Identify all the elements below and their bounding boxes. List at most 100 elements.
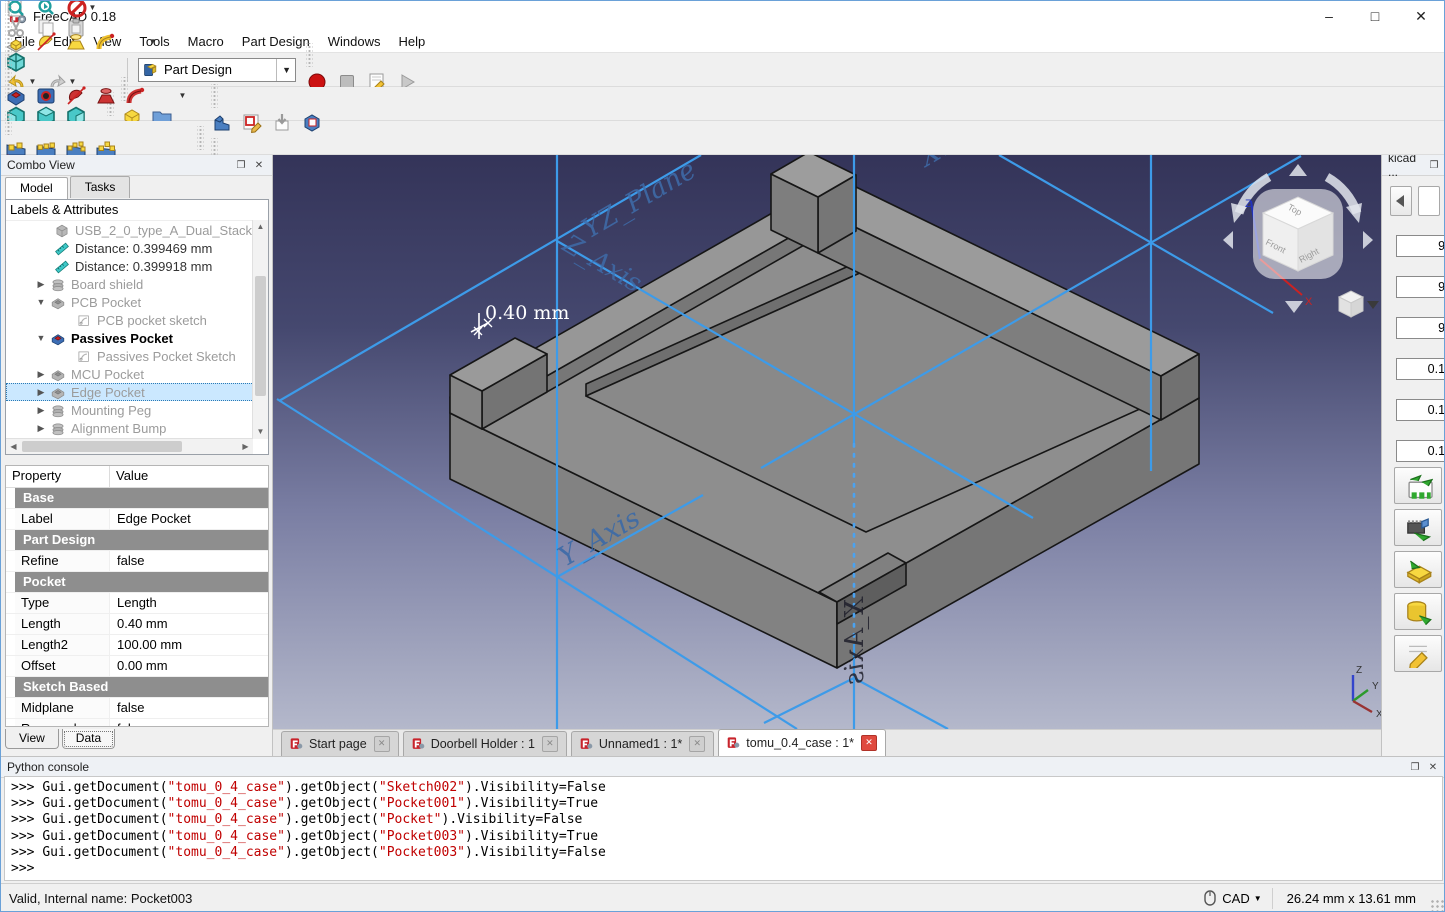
toolbar-grip[interactable] xyxy=(197,126,204,150)
tree-item-pcb-pocket[interactable]: ▼PCB Pocket xyxy=(6,293,268,311)
property-value[interactable]: Length xyxy=(110,593,268,613)
tree-horizontal-scrollbar[interactable]: ◀ ▶ xyxy=(6,438,253,454)
close-tab-icon[interactable]: ✕ xyxy=(542,736,558,752)
toolbar-grip[interactable] xyxy=(5,3,12,27)
tab-view[interactable]: View xyxy=(5,729,59,749)
property-value[interactable]: Edge Pocket xyxy=(110,509,268,529)
property-value[interactable]: 0.00 mm xyxy=(110,656,268,676)
tree-item-mcu-pocket[interactable]: ▶MCU Pocket xyxy=(6,365,268,383)
chevron-right-icon[interactable]: ▶ xyxy=(32,279,50,290)
kicad-field-4[interactable] xyxy=(1396,399,1445,421)
chevron-right-icon[interactable]: ▶ xyxy=(32,405,50,416)
dropdown-caret-icon[interactable]: ▼ xyxy=(179,91,187,100)
tree-item-passives-pocket-sketch[interactable]: Passives Pocket Sketch xyxy=(6,347,268,365)
float-panel-icon[interactable]: ❐ xyxy=(234,158,248,172)
toolbar-grip[interactable] xyxy=(306,43,313,67)
scrollbar-thumb[interactable] xyxy=(255,276,266,396)
tab-model[interactable]: Model xyxy=(5,177,68,199)
property-row-type[interactable]: TypeLength xyxy=(6,593,268,614)
tree-item-edge-pocket[interactable]: ▶Edge Pocket xyxy=(6,383,268,401)
pocket-button[interactable] xyxy=(1,81,31,111)
cube-mini-cube-icon[interactable] xyxy=(1339,291,1363,317)
tree-item-board-shield[interactable]: ▶Board shield xyxy=(6,275,268,293)
scroll-right-icon[interactable]: ▶ xyxy=(238,439,253,454)
property-value[interactable]: false xyxy=(110,698,268,718)
chevron-down-icon[interactable]: ▼ xyxy=(32,333,50,343)
scroll-down-icon[interactable]: ▼ xyxy=(253,425,268,439)
property-value[interactable]: 100.00 mm xyxy=(110,635,268,655)
workbench-dropdown-icon[interactable]: ▼ xyxy=(276,59,291,81)
body-button[interactable] xyxy=(207,108,237,138)
edit-notes-button[interactable] xyxy=(1394,635,1442,672)
property-value[interactable]: false xyxy=(110,551,268,571)
document-tab-tomu-0-4-case-1-[interactable]: tomu_0.4_case : 1*✕ xyxy=(718,729,886,756)
chevron-right-icon[interactable]: ▶ xyxy=(32,387,50,398)
property-value[interactable]: false xyxy=(110,719,268,727)
db-export-button[interactable] xyxy=(1394,593,1442,630)
tree-item-pcb-pocket-sketch[interactable]: PCB pocket sketch xyxy=(6,311,268,329)
kicad-back-button[interactable] xyxy=(1390,186,1412,216)
tree-item-alignment-bump[interactable]: ▶Alignment Bump xyxy=(6,419,268,437)
float-panel-icon[interactable]: ❐ xyxy=(1408,760,1422,774)
property-row-offset[interactable]: Offset0.00 mm xyxy=(6,656,268,677)
toolbar-grip[interactable] xyxy=(5,111,12,135)
kicad-blank-button[interactable] xyxy=(1418,186,1440,216)
navigation-style-selector[interactable]: CAD ▼ xyxy=(1194,888,1272,908)
property-row-refine[interactable]: Refinefalse xyxy=(6,551,268,572)
tree-item-distance-0-399918-mm[interactable]: Distance: 0.399918 mm xyxy=(6,257,268,275)
property-value[interactable]: 0.40 mm xyxy=(110,614,268,634)
tree-item-distance-0-399469-mm[interactable]: Distance: 0.399469 mm xyxy=(6,239,268,257)
kicad-field-0[interactable] xyxy=(1396,235,1445,257)
dropdown-caret-icon[interactable]: ▼ xyxy=(149,37,157,46)
chevron-right-icon[interactable]: ▶ xyxy=(32,423,50,434)
property-row-length[interactable]: Length0.40 mm xyxy=(6,614,268,635)
document-tab-doorbell-holder-1[interactable]: Doorbell Holder : 1✕ xyxy=(403,731,567,756)
tree-vertical-scrollbar[interactable]: ▲ ▼ xyxy=(252,220,268,439)
map-sketch-button[interactable] xyxy=(267,108,297,138)
scroll-left-icon[interactable]: ◀ xyxy=(6,439,21,454)
add-pipe-button[interactable] xyxy=(91,27,121,57)
add-loft-button[interactable] xyxy=(61,27,91,57)
property-row-label[interactable]: LabelEdge Pocket xyxy=(6,509,268,530)
close-panel-icon[interactable]: ✕ xyxy=(1426,760,1440,774)
close-button[interactable]: ✕ xyxy=(1398,1,1444,31)
property-row-length2[interactable]: Length2100.00 mm xyxy=(6,635,268,656)
new-sketch-button[interactable] xyxy=(237,108,267,138)
close-tab-icon[interactable]: ✕ xyxy=(689,736,705,752)
close-tab-icon[interactable]: ✕ xyxy=(374,736,390,752)
resize-grip[interactable] xyxy=(1430,899,1444,912)
document-tab-start-page[interactable]: Start page✕ xyxy=(281,731,399,756)
pcb-export-button[interactable] xyxy=(1394,467,1442,504)
ic-export-button[interactable] xyxy=(1394,509,1442,546)
sub-prim-button[interactable]: ▼ xyxy=(151,81,191,111)
groove-button[interactable] xyxy=(61,81,91,111)
hole-button[interactable] xyxy=(31,81,61,111)
pad-button[interactable] xyxy=(1,27,31,57)
sketch-tools-button[interactable] xyxy=(297,108,327,138)
scrollbar-thumb[interactable] xyxy=(22,441,182,452)
sub-loft-button[interactable] xyxy=(91,81,121,111)
property-row-reversed[interactable]: Reversedfalse xyxy=(6,719,268,727)
tree-item-mounting-peg[interactable]: ▶Mounting Peg xyxy=(6,401,268,419)
kicad-field-5[interactable] xyxy=(1396,440,1445,462)
toolbar-grip[interactable] xyxy=(211,84,218,108)
property-row-midplane[interactable]: Midplanefalse xyxy=(6,698,268,719)
close-panel-icon[interactable]: ✕ xyxy=(252,158,266,172)
float-panel-icon[interactable]: ❐ xyxy=(1428,158,1440,172)
sub-pipe-button[interactable] xyxy=(121,81,151,111)
document-tab-unnamed1-1-[interactable]: Unnamed1 : 1*✕ xyxy=(571,731,714,756)
tree-item-usb-2-0-type-a-dual-stacked-ja[interactable]: USB_2_0_type_A_Dual_Stacked_jac xyxy=(6,221,268,239)
box-export-button[interactable] xyxy=(1394,551,1442,588)
python-console-output[interactable]: >>> Gui.getDocument("tomu_0_4_case").get… xyxy=(4,776,1443,881)
scroll-up-icon[interactable]: ▲ xyxy=(253,220,268,234)
close-tab-icon[interactable]: ✕ xyxy=(861,735,877,751)
maximize-button[interactable]: □ xyxy=(1352,1,1398,31)
chevron-down-icon[interactable]: ▼ xyxy=(32,297,50,307)
toolbar-grip[interactable] xyxy=(5,57,12,81)
tab-data[interactable]: Data xyxy=(62,729,115,749)
3d-viewport[interactable]: YZ_Plane Z_Axis Y_Axis X_Axis XY_Plane 0… xyxy=(273,155,1381,729)
kicad-field-3[interactable] xyxy=(1396,358,1445,380)
revolution-button[interactable] xyxy=(31,27,61,57)
add-prim-button[interactable]: ▼ xyxy=(121,27,161,57)
kicad-field-2[interactable] xyxy=(1396,317,1445,339)
